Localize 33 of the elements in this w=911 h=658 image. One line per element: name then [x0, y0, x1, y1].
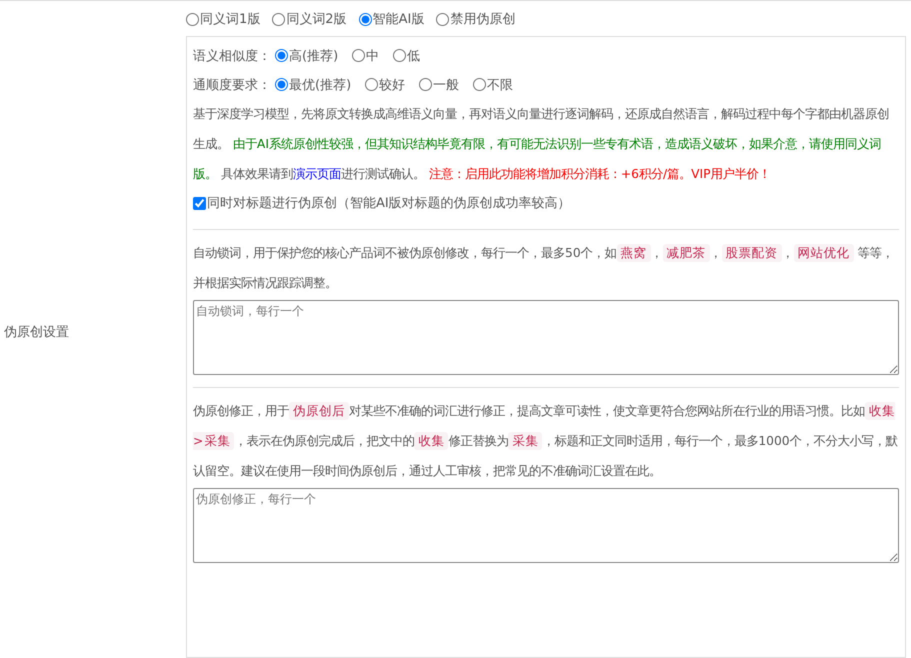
radio-button[interactable] [358, 12, 372, 26]
radio-button[interactable] [275, 78, 288, 91]
radio-button[interactable] [393, 49, 406, 62]
radio-button[interactable] [272, 12, 286, 26]
setting-label: 伪原创设置 [3, 324, 69, 340]
radio-button[interactable] [275, 49, 288, 62]
option-text: 智能AI版 [372, 11, 424, 28]
option-text: 不限 [487, 76, 514, 94]
demo-page-link[interactable]: 演示页面 [292, 167, 341, 181]
option-text: 低 [407, 48, 420, 64]
correction-field[interactable]: 伪原创修正，每行一个 [193, 488, 899, 563]
option-label: 通顺度要求： [193, 76, 271, 94]
radio-button[interactable] [473, 78, 486, 91]
correction-description: 伪原创修正，用于 伪原创后 对某些不准确的词汇进行修正，提高文章可读性，使文章更符合您网站所在行业的用语习惯。比如 收集>采集 ，表示在伪原创完成后，把文中的 收集 修正替换为 采集 ，标题和正文同时适用，每行一个，最多1000个，不分大小写，默认留空。建议在使用一段时间伪原创后，通过人工审核，把常见的不准确词汇设置在此。 [193, 401, 899, 480]
radio-button[interactable] [365, 78, 378, 91]
lock-words-description: 自动锁词，用于保护您的核心产品词不被伪原创修改，每行一个，最多50个，如 燕窝 ， 减肥茶 ， 股票配资 ， 网站优化 等等，并根据实际情况跟踪调整。 [193, 243, 895, 292]
option-text: 最优(推荐) [289, 76, 352, 94]
radio-button[interactable] [186, 12, 199, 26]
option-text: 同义词2版 [286, 11, 347, 28]
radio-button[interactable] [436, 12, 450, 26]
checkbox-label: 同时对标题进行伪原创（智能AI版对标题的伪原创成功率较高） [207, 195, 571, 212]
radio-button[interactable] [419, 78, 432, 91]
lock-words-field[interactable]: 自动锁词，每行一个 [193, 300, 899, 375]
option-text: 同义词1版 [200, 11, 260, 28]
option-text: 禁用伪原创 [450, 11, 516, 28]
title-checkbox[interactable] [193, 196, 206, 210]
option-text: 较好 [379, 76, 406, 94]
option-text: 中 [366, 48, 380, 64]
option-text: 一般 [433, 76, 460, 94]
option-label: 语义相似度： [193, 48, 271, 64]
option-text: 高(推荐) [289, 48, 338, 64]
ai-description: 基于深度学习模型，先将原文转换成高维语义向量，再对语义向量进行逐词解码，还原成自然语言，解码过程中每个字都由机器原创生成。 由于AI系统原创性较强，但其知识结构毕竟有限，有可能无法识别一些专有术语，造成语义破坏，如果介意，请使用同义词版。 具体效果请到演示页面进行测试确认。 注意：启用此功能将增加积分消耗：+6积分/篇。VIP用户半价！ [193, 106, 890, 183]
radio-button[interactable] [352, 49, 366, 62]
